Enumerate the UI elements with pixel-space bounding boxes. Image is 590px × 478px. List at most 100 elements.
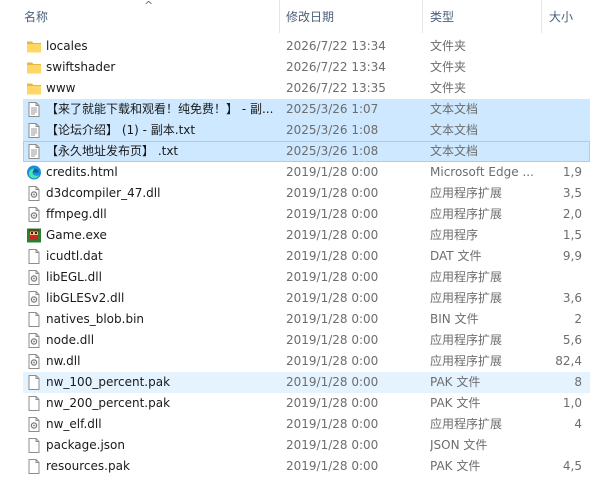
file-row[interactable]: natives_blob.bin 2019/1/28 0:00 BIN 文件 2	[0, 309, 590, 330]
file-type: 应用程序扩展	[430, 291, 503, 305]
file-modified-date: 2019/1/28 0:00	[286, 417, 379, 431]
file-type: 应用程序扩展	[430, 417, 503, 431]
file-row[interactable]: nw_elf.dll 2019/1/28 0:00 应用程序扩展 4	[0, 414, 590, 435]
file-name: swiftshader	[46, 60, 116, 74]
file-modified-date: 2019/1/28 0:00	[286, 354, 379, 368]
file-name: 【来了就能下载和观看！纯免费！】 - 副...	[46, 102, 274, 116]
file-modified-date: 2019/1/28 0:00	[286, 270, 379, 284]
file-type: 文件夹	[430, 39, 467, 53]
column-divider[interactable]	[279, 0, 280, 33]
column-divider[interactable]	[541, 0, 542, 33]
file-type: JSON 文件	[430, 438, 488, 452]
file-modified-date: 2026/7/22 13:34	[286, 60, 386, 74]
file-size: 2,0	[562, 207, 582, 221]
file-modified-date: 2026/7/22 13:35	[286, 81, 386, 95]
file-row[interactable]: icudtl.dat 2019/1/28 0:00 DAT 文件 9,9	[0, 246, 590, 267]
file-type: 文本文档	[430, 102, 479, 116]
file-row[interactable]: libEGL.dll 2019/1/28 0:00 应用程序扩展	[0, 267, 590, 288]
sort-ascending-icon: ^	[144, 0, 154, 12]
file-row[interactable]: 【永久地址发布页】 .txt 2025/3/26 1:08 文本文档	[0, 141, 590, 162]
column-header-date[interactable]: 修改日期	[286, 0, 422, 33]
file-modified-date: 2019/1/28 0:00	[286, 333, 379, 347]
file-size: 3,6	[562, 291, 582, 305]
file-row[interactable]: 【来了就能下载和观看！纯免费！】 - 副... 2025/3/26 1:07 文本文…	[0, 99, 590, 120]
file-name: libEGL.dll	[46, 270, 102, 284]
file-size: 4,5	[562, 459, 582, 473]
blank-file-icon	[26, 311, 42, 328]
file-size: 5,6	[562, 333, 582, 347]
folder-icon	[26, 59, 42, 76]
column-divider[interactable]	[422, 0, 423, 33]
file-row[interactable]: nw.dll 2019/1/28 0:00 应用程序扩展 82,4	[0, 351, 590, 372]
edge-icon	[26, 164, 42, 181]
file-modified-date: 2026/7/22 13:34	[286, 39, 386, 53]
file-row[interactable]: libGLESv2.dll 2019/1/28 0:00 应用程序扩展 3,6	[0, 288, 590, 309]
column-header-bar: 名称 ^ 修改日期 类型 大小	[0, 0, 590, 33]
file-name: resources.pak	[46, 459, 130, 473]
file-modified-date: 2019/1/28 0:00	[286, 438, 379, 452]
blank-file-icon	[26, 374, 42, 391]
dll-icon	[26, 416, 42, 433]
file-size: 1,0	[562, 396, 582, 410]
blank-file-icon	[26, 437, 42, 454]
file-type: PAK 文件	[430, 375, 481, 389]
file-type: 文本文档	[430, 144, 479, 158]
file-row[interactable]: nw_200_percent.pak 2019/1/28 0:00 PAK 文件 1,…	[0, 393, 590, 414]
file-name: 【论坛介绍】 (1) - 副本.txt	[46, 123, 196, 137]
file-size: 1,9	[562, 165, 582, 179]
file-row[interactable]: locales 2026/7/22 13:34 文件夹	[0, 36, 590, 57]
file-row[interactable]: credits.html 2019/1/28 0:00 Microsoft Edge…	[0, 162, 590, 183]
file-row[interactable]: package.json 2019/1/28 0:00 JSON 文件	[0, 435, 590, 456]
text-doc-icon	[26, 122, 42, 139]
column-header-type[interactable]: 类型	[430, 0, 538, 33]
file-name: www	[46, 81, 76, 95]
file-name: Game.exe	[46, 228, 107, 242]
dll-icon	[26, 269, 42, 286]
file-row[interactable]: ffmpeg.dll 2019/1/28 0:00 应用程序扩展 2,0	[0, 204, 590, 225]
column-header-size[interactable]: 大小	[549, 0, 590, 33]
file-name: natives_blob.bin	[46, 312, 145, 326]
file-size: 3,5	[562, 186, 582, 200]
blank-file-icon	[26, 458, 42, 475]
file-row[interactable]: 【论坛介绍】 (1) - 副本.txt 2025/3/26 1:08 文本文档	[0, 120, 590, 141]
folder-icon	[26, 38, 42, 55]
file-type: PAK 文件	[430, 396, 481, 410]
file-row[interactable]: Game.exe 2019/1/28 0:00 应用程序 1,5	[0, 225, 590, 246]
dll-icon	[26, 332, 42, 349]
file-type: 文件夹	[430, 81, 467, 95]
dll-icon	[26, 290, 42, 307]
file-type: 文件夹	[430, 60, 467, 74]
file-name: icudtl.dat	[46, 249, 103, 263]
file-type: 应用程序扩展	[430, 270, 503, 284]
file-type: 文本文档	[430, 123, 479, 137]
blank-file-icon	[26, 395, 42, 412]
file-modified-date: 2025/3/26 1:07	[286, 102, 379, 116]
file-name: package.json	[46, 438, 126, 452]
file-name: nw_200_percent.pak	[46, 396, 171, 410]
file-name: node.dll	[46, 333, 95, 347]
file-type: 应用程序扩展	[430, 333, 503, 347]
file-type: 应用程序	[430, 228, 479, 242]
file-name: nw.dll	[46, 354, 81, 368]
file-modified-date: 2019/1/28 0:00	[286, 312, 379, 326]
file-row[interactable]: swiftshader 2026/7/22 13:34 文件夹	[0, 57, 590, 78]
blank-file-icon	[26, 248, 42, 265]
file-size: 9,9	[562, 249, 582, 263]
file-row[interactable]: www 2026/7/22 13:35 文件夹	[0, 78, 590, 99]
file-row[interactable]: node.dll 2019/1/28 0:00 应用程序扩展 5,6	[0, 330, 590, 351]
file-row[interactable]: nw_100_percent.pak 2019/1/28 0:00 PAK 文件 8	[0, 372, 590, 393]
file-type: Microsoft Edge ...	[430, 165, 534, 179]
file-name: credits.html	[46, 165, 118, 179]
file-name: locales	[46, 39, 88, 53]
file-modified-date: 2019/1/28 0:00	[286, 396, 379, 410]
file-row[interactable]: resources.pak 2019/1/28 0:00 PAK 文件 4,5	[0, 456, 590, 477]
file-size: 82,4	[555, 354, 582, 368]
file-type: DAT 文件	[430, 249, 482, 263]
file-size: 1,5	[562, 228, 582, 242]
file-type: 应用程序扩展	[430, 354, 503, 368]
folder-icon	[26, 80, 42, 97]
file-size: 8	[574, 375, 582, 389]
file-name: 【永久地址发布页】 .txt	[46, 144, 179, 158]
file-size: 2	[574, 312, 582, 326]
file-row[interactable]: d3dcompiler_47.dll 2019/1/28 0:00 应用程序扩展 3,…	[0, 183, 590, 204]
